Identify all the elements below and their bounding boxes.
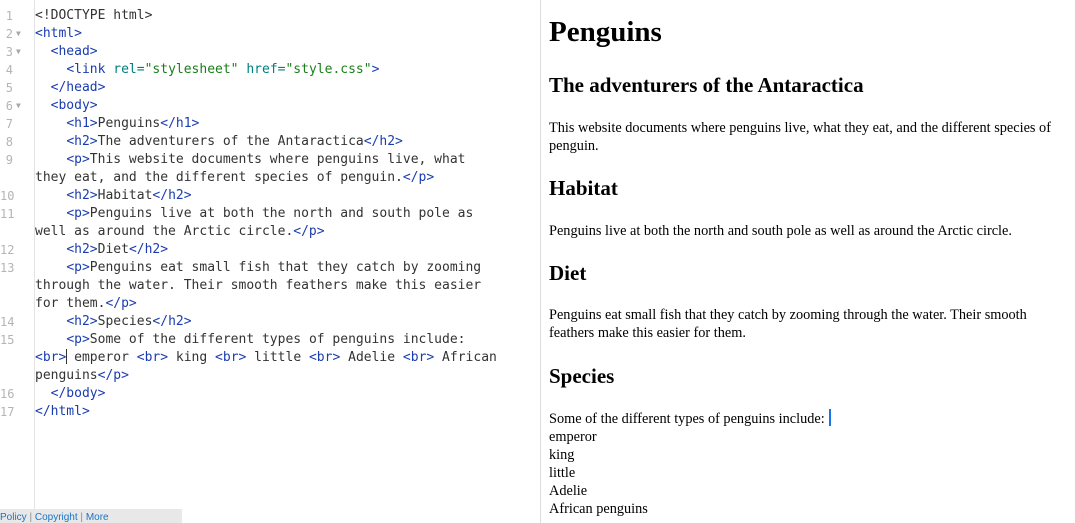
species-item: king: [549, 447, 575, 463]
line-number: 2: [5, 27, 13, 41]
line-number: 14: [0, 315, 15, 329]
line-number: 5: [5, 81, 13, 95]
code-line[interactable]: </head>: [35, 79, 106, 97]
species-item: emperor: [549, 429, 597, 445]
code-line[interactable]: <body>: [35, 97, 98, 115]
fold-arrow-icon[interactable]: ▼: [16, 97, 26, 115]
line-number: 8: [5, 135, 13, 149]
line-number: 7: [5, 117, 13, 131]
code-line[interactable]: <head>: [35, 43, 98, 61]
pane-divider[interactable]: [540, 0, 541, 523]
species-intro: Some of the different types of penguins …: [549, 411, 825, 427]
code-editor[interactable]: 1 2 3 4 5 6 7 8 9 10 11 12 13 14 15 16 1…: [0, 0, 540, 523]
code-line[interactable]: <p>This website documents where penguins…: [35, 151, 465, 169]
page-title: Penguins: [549, 16, 662, 48]
code-line-wrap[interactable]: <br> emperor <br> king <br> little <br> …: [35, 349, 497, 367]
diet-heading: Diet: [549, 261, 587, 285]
line-number: 10: [0, 189, 15, 203]
code-line[interactable]: <h1>Penguins</h1>: [35, 115, 199, 133]
code-line[interactable]: <p>Penguins live at both the north and s…: [35, 205, 473, 223]
line-number: 1: [5, 9, 13, 23]
code-line[interactable]: </html>: [35, 403, 90, 421]
code-line[interactable]: <h2>The adventurers of the Antaractica</…: [35, 133, 403, 151]
text-cursor: [828, 409, 831, 426]
species-item: little: [549, 465, 576, 481]
code-line[interactable]: <!DOCTYPE html>: [35, 7, 152, 25]
code-line-wrap[interactable]: for them.</p>: [35, 295, 137, 313]
fold-arrow-icon[interactable]: ▼: [16, 25, 26, 43]
copyright-link[interactable]: Copyright: [35, 512, 78, 523]
code-line[interactable]: <h2>Species</h2>: [35, 313, 191, 331]
code-line[interactable]: <p>Penguins eat small fish that they cat…: [35, 259, 481, 277]
diet-paragraph: Penguins eat small fish that they catch …: [549, 307, 1027, 341]
species-heading: Species: [549, 364, 615, 388]
code-line[interactable]: </body>: [35, 385, 106, 403]
species-paragraph: Some of the different types of penguins …: [549, 409, 1059, 518]
line-number: 13: [0, 261, 15, 275]
code-line[interactable]: <h2>Habitat</h2>: [35, 187, 191, 205]
code-line[interactable]: <h2>Diet</h2>: [35, 241, 168, 259]
subtitle-heading: The adventurers of the Antaractica: [549, 73, 864, 97]
line-number: 9: [5, 153, 13, 167]
policy-link[interactable]: Policy: [0, 512, 27, 523]
species-item: African penguins: [549, 501, 648, 517]
code-line-wrap[interactable]: penguins</p>: [35, 367, 129, 385]
code-line-wrap[interactable]: well as around the Arctic circle.</p>: [35, 223, 325, 241]
code-line-wrap[interactable]: they eat, and the different species of p…: [35, 169, 434, 187]
line-number: 15: [0, 333, 15, 347]
footer-bar: Policy | Copyright | More: [0, 509, 182, 523]
footer-separator: |: [26, 512, 35, 523]
more-link[interactable]: More: [86, 512, 109, 523]
code-line-wrap[interactable]: through the water. Their smooth feathers…: [35, 277, 481, 295]
footer-separator: |: [77, 512, 86, 523]
habitat-heading: Habitat: [549, 176, 618, 200]
code-line[interactable]: <html>: [35, 25, 82, 43]
line-number: 3: [5, 45, 13, 59]
line-number: 12: [0, 243, 15, 257]
habitat-paragraph: Penguins live at both the north and sout…: [549, 223, 1012, 239]
code-line[interactable]: <link rel="stylesheet" href="style.css">: [35, 61, 379, 79]
intro-paragraph: This website documents where penguins li…: [549, 120, 1051, 154]
line-number: 17: [0, 405, 15, 419]
line-number: 4: [5, 63, 13, 77]
line-number: 16: [0, 387, 15, 401]
preview-pane: Penguins The adventurers of the Antaract…: [549, 0, 1075, 523]
species-item: Adelie: [549, 483, 588, 499]
line-number: 6: [5, 99, 13, 113]
fold-arrow-icon[interactable]: ▼: [16, 43, 26, 61]
line-number: 11: [0, 207, 15, 221]
code-line[interactable]: <p>Some of the different types of pengui…: [35, 331, 465, 349]
